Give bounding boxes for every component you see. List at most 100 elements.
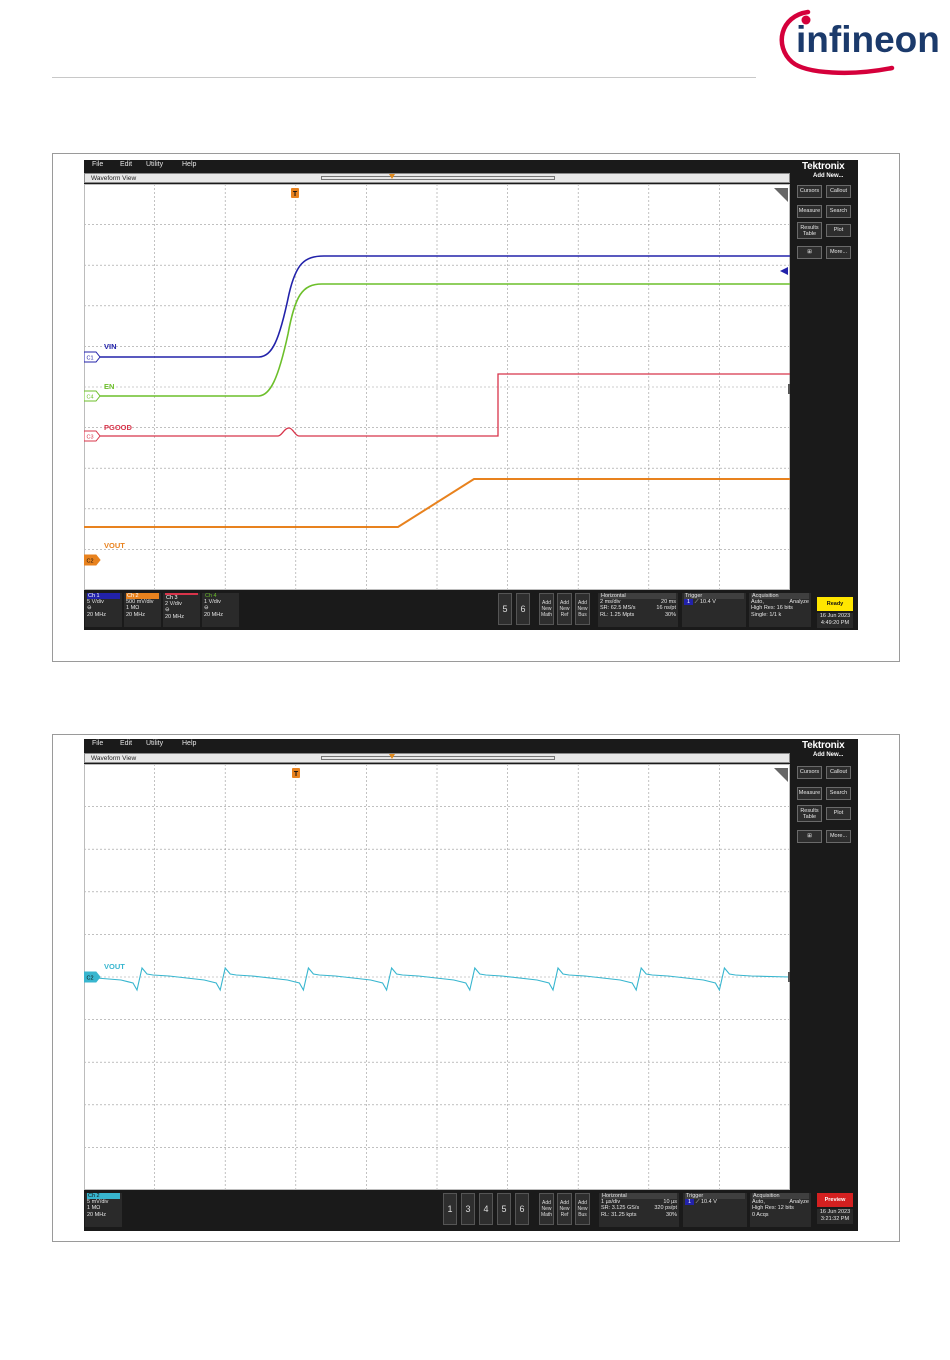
channel-offset-label: C4 <box>86 395 93 401</box>
channel-6-button[interactable]: 6 <box>516 593 530 625</box>
trigger-position: 30% <box>665 1211 677 1218</box>
add-bus-l3: Bus <box>578 612 587 618</box>
trigger-badge[interactable]: Trigger 1 ⟋ 10.4 V <box>683 1193 747 1227</box>
channel-3-button[interactable]: 3 <box>461 1193 475 1225</box>
record-scrubber[interactable] <box>321 176 555 180</box>
menu-file[interactable]: File <box>92 161 103 168</box>
settings-bar: Ch 1 5 V/div ⊖ 20 MHz Ch 2 500 mV/div 1 … <box>84 590 811 630</box>
zoom-button[interactable]: ⊞ <box>797 246 822 259</box>
figure-frame-startup: File Edit Utility Help Waveform View T C1… <box>52 153 900 662</box>
plot-button[interactable]: Plot <box>826 807 851 820</box>
search-button[interactable]: Search <box>826 205 851 218</box>
record-length: RL: 31.25 kpts <box>601 1211 637 1218</box>
add-new-bus-button[interactable]: Add New Bus <box>575 593 590 625</box>
channel-1-button[interactable]: 1 <box>443 1193 457 1225</box>
menu-utility[interactable]: Utility <box>146 161 163 168</box>
cursors-button[interactable]: Cursors <box>797 185 822 198</box>
zoom-icon: ⊞ <box>807 249 812 255</box>
more-button[interactable]: More... <box>826 246 851 259</box>
acquisition-status-button[interactable]: Ready <box>817 597 853 611</box>
horizontal-badge[interactable]: Horizontal 1 µs/div 10 µs SR: 3.125 GS/s 3… <box>599 1193 679 1227</box>
waveform-view-title: Waveform View <box>91 755 137 762</box>
acquisition-badge[interactable]: Acquisition Auto, Analyze High Res: 16 bi… <box>749 593 811 627</box>
channel-2-bandwidth: 20 MHz <box>87 1211 106 1218</box>
trigger-level: 10.4 V <box>700 1199 717 1205</box>
channel-2-badge[interactable]: Ch 2 500 mV/div 1 MΩ 20 MHz <box>124 593 161 627</box>
plot-button[interactable]: Plot <box>826 224 851 237</box>
oscilloscope-window: File Edit Utility Help Waveform View T C2… <box>84 739 858 1231</box>
trigger-source: 1 <box>684 599 694 605</box>
add-new-math-button[interactable]: Add New Math <box>539 1193 554 1225</box>
add-new-bus-button[interactable]: Add New Bus <box>575 1193 590 1225</box>
results-label-2: Table <box>802 231 817 237</box>
add-new-label: Add New... <box>813 752 844 758</box>
record-scrubber[interactable] <box>321 756 555 760</box>
more-button[interactable]: More... <box>826 830 851 843</box>
callout-button[interactable]: Callout <box>826 185 851 198</box>
trigger-marker-label: T <box>294 771 299 778</box>
channel-2-badge[interactable]: Ch 2 5 mV/div 1 MΩ 20 MHz <box>85 1193 122 1227</box>
callout-button[interactable]: Callout <box>826 766 851 779</box>
menu-edit[interactable]: Edit <box>120 740 132 747</box>
trace-label: PGOOD <box>104 423 133 432</box>
results-table-button[interactable]: Results Table <box>797 805 822 822</box>
acquisition-status-button[interactable]: Preview <box>817 1193 853 1207</box>
trigger-position-marker <box>389 754 395 759</box>
rising-edge-icon: ⟋ <box>695 1199 700 1205</box>
menu-help[interactable]: Help <box>182 161 196 168</box>
settings-bar: Ch 2 5 mV/div 1 MΩ 20 MHz 1 3 4 5 6 Add N… <box>84 1190 811 1229</box>
tektronix-brand: Tektronix <box>802 161 845 172</box>
cursors-button[interactable]: Cursors <box>797 766 822 779</box>
channel-4-badge[interactable]: Ch 4 1 V/div ⊖ 20 MHz <box>202 593 239 627</box>
waveform-view-title: Waveform View <box>91 175 137 182</box>
trigger-level: 10.4 V <box>699 599 716 605</box>
side-panel: Tektronix Add New... Cursors Callout Mea… <box>792 160 858 630</box>
menu-edit[interactable]: Edit <box>120 161 132 168</box>
channel-3-bandwidth: 20 MHz <box>165 613 184 620</box>
channel-2-bandwidth: 20 MHz <box>126 611 145 618</box>
add-new-ref-button[interactable]: Add New Ref <box>557 1193 572 1225</box>
results-table-button[interactable]: Results Table <box>797 222 822 239</box>
channel-5-button[interactable]: 5 <box>498 593 512 625</box>
trigger-position: 30% <box>664 611 676 618</box>
waveform-view-bar: Waveform View <box>84 173 790 183</box>
search-button[interactable]: Search <box>826 787 851 800</box>
zoom-button[interactable]: ⊞ <box>797 830 822 843</box>
trace-label: EN <box>104 382 114 391</box>
channel-3-badge[interactable]: Ch 3 2 V/div ⊖ 20 MHz <box>163 593 200 627</box>
menu-bar: File Edit Utility Help <box>84 160 802 172</box>
header-rule <box>52 77 756 78</box>
waveform-plot[interactable]: T C2 VOUT <box>84 764 790 1190</box>
trace-label: VOUT <box>104 541 125 550</box>
channel-4-button[interactable]: 4 <box>479 1193 493 1225</box>
add-new-ref-button[interactable]: Add New Ref <box>557 593 572 625</box>
drag-handle <box>788 384 790 394</box>
vout-trace <box>84 478 790 528</box>
record-length: RL: 1.25 Mpts <box>600 611 635 618</box>
menu-file[interactable]: File <box>92 740 103 747</box>
zoom-icon: ⊞ <box>807 833 812 839</box>
add-new-math-button[interactable]: Add New Math <box>539 593 554 625</box>
horizontal-badge[interactable]: Horizontal 2 ms/div 20 ms SR: 62.5 MS/s 16… <box>598 593 678 627</box>
add-math-l3: Math <box>540 1212 553 1218</box>
channel-6-button[interactable]: 6 <box>515 1193 529 1225</box>
trigger-level-arrow <box>780 267 788 275</box>
menu-help[interactable]: Help <box>182 740 196 747</box>
channel-4-bandwidth: 20 MHz <box>204 611 223 618</box>
channel-5-button[interactable]: 5 <box>497 1193 511 1225</box>
acquisition-badge[interactable]: Acquisition Auto, Analyze High Res: 12 bi… <box>750 1193 811 1227</box>
tektronix-brand: Tektronix <box>802 740 845 751</box>
menu-bar: File Edit Utility Help <box>84 739 802 751</box>
waveform-plot[interactable]: T C1 C4 C3 C2 VIN EN PGOOD VOUT <box>84 184 790 590</box>
channel-1-badge[interactable]: Ch 1 5 V/div ⊖ 20 MHz <box>85 593 122 627</box>
figure-frame-ripple: File Edit Utility Help Waveform View T C2… <box>52 734 900 1242</box>
oscilloscope-window: File Edit Utility Help Waveform View T C1… <box>84 160 858 630</box>
side-panel: Tektronix Add New... Cursors Callout Mea… <box>792 739 858 1231</box>
trigger-badge[interactable]: Trigger 1 ⟋ 10.4 V <box>682 593 746 627</box>
zoom-corner-icon <box>774 188 788 202</box>
channel-1-bandwidth: 20 MHz <box>87 611 106 618</box>
measure-button[interactable]: Measure <box>797 787 822 800</box>
infineon-logo: infineon <box>772 6 944 76</box>
measure-button[interactable]: Measure <box>797 205 822 218</box>
menu-utility[interactable]: Utility <box>146 740 163 747</box>
